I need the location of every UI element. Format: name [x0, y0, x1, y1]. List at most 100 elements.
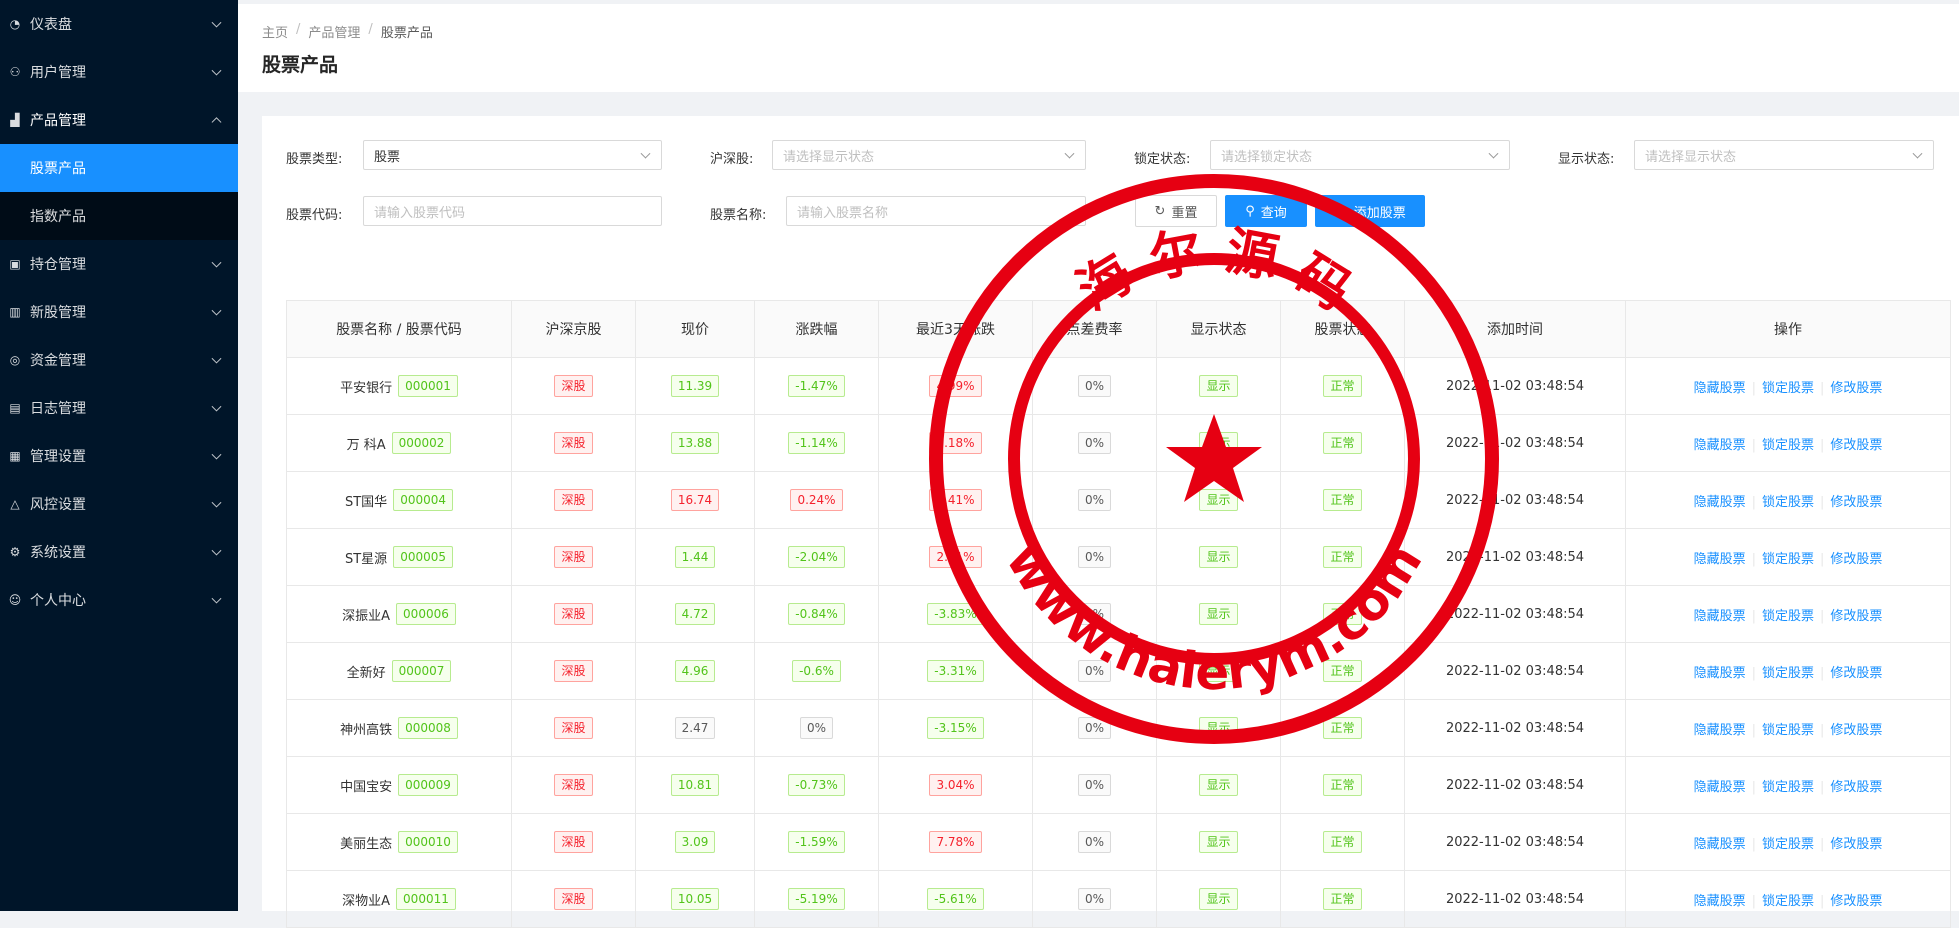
breadcrumb: 主页 / 产品管理 / 股票产品	[262, 22, 433, 41]
sidebar-item-funds[interactable]: ◎ 资金管理	[0, 336, 238, 384]
lock-status-select[interactable]: 请选择锁定状态	[1210, 140, 1510, 170]
exchange-placeholder: 请选择显示状态	[783, 149, 875, 165]
stock-name: 中国宝安	[340, 779, 393, 795]
table-body: 平安银行 000001 深股 11.39 -1.47% 4.99% 0% 显示 正常 2022-1…	[286, 357, 1951, 928]
stock-status-badge: 正常	[1323, 432, 1362, 454]
market-badge: 深股	[554, 774, 593, 796]
cell-change3: 4.99%	[878, 357, 1033, 415]
hide-stock-link[interactable]: 隐藏股票	[1694, 666, 1746, 681]
sidebar-item-ipo[interactable]: ▥ 新股管理	[0, 288, 238, 336]
edit-stock-link[interactable]: 修改股票	[1830, 609, 1882, 624]
sidebar-item-label: 管理设置	[30, 449, 86, 465]
stock-name: 神州高铁	[340, 722, 393, 738]
lock-stock-link[interactable]: 锁定股票	[1762, 609, 1814, 624]
cell-price: 2.47	[635, 699, 755, 757]
edit-stock-link[interactable]: 修改股票	[1830, 666, 1882, 681]
cell-name-code: ST国华 000004	[286, 471, 512, 529]
cell-time: 2022-11-02 03:48:54	[1404, 528, 1626, 586]
sidebar-item-admin-settings[interactable]: ▦ 管理设置	[0, 432, 238, 480]
sidebar-item-label: 用户管理	[30, 65, 86, 81]
hide-stock-link[interactable]: 隐藏股票	[1694, 495, 1746, 510]
stock-name: 深物业A	[342, 893, 391, 909]
lock-stock-link[interactable]: 锁定股票	[1762, 780, 1814, 795]
sidebar-item-positions[interactable]: ▣ 持仓管理	[0, 240, 238, 288]
market-badge: 深股	[554, 375, 593, 397]
change3-badge: 7.78%	[929, 831, 982, 853]
action-separator: |	[1751, 551, 1756, 567]
lock-stock-link[interactable]: 锁定股票	[1762, 438, 1814, 453]
chevron-down-icon	[211, 401, 222, 412]
reset-button[interactable]: ↻ 重置	[1135, 195, 1217, 227]
edit-stock-link[interactable]: 修改股票	[1830, 780, 1882, 795]
hide-stock-link[interactable]: 隐藏股票	[1694, 609, 1746, 624]
cell-display: 显示	[1156, 756, 1281, 814]
stock-table: 股票名称 / 股票代码 沪深京股 现价 涨跌幅 最近3天涨跌 点差费率 显示状态…	[286, 300, 1951, 928]
display-status-select[interactable]: 请选择显示状态	[1634, 140, 1934, 170]
lock-stock-link[interactable]: 锁定股票	[1762, 894, 1814, 909]
lock-stock-link[interactable]: 锁定股票	[1762, 495, 1814, 510]
breadcrumb-home[interactable]: 主页	[262, 22, 288, 41]
fee-badge: 0%	[1077, 717, 1112, 739]
hide-stock-link[interactable]: 隐藏股票	[1694, 723, 1746, 738]
sidebar-item-index-products[interactable]: 指数产品	[0, 192, 238, 240]
hide-stock-link[interactable]: 隐藏股票	[1694, 438, 1746, 453]
stock-code-input[interactable]: 请输入股票代码	[363, 196, 662, 226]
sidebar-item-risk-settings[interactable]: △ 风控设置	[0, 480, 238, 528]
name-code-wrap: 万 科A 000002	[347, 432, 452, 454]
name-code-wrap: 平安银行 000001	[340, 375, 458, 397]
stock-name: 万 科A	[346, 437, 386, 453]
sidebar-item-system-settings[interactable]: ⚙ 系统设置	[0, 528, 238, 576]
market-badge: 深股	[554, 489, 593, 511]
cell-time: 2022-11-02 03:48:54	[1404, 471, 1626, 529]
display-status-badge: 显示	[1199, 603, 1238, 625]
cell-display: 显示	[1156, 699, 1281, 757]
stock-name-input[interactable]: 请输入股票名称	[786, 196, 1086, 226]
stock-type-label: 股票类型:	[286, 152, 343, 167]
hide-stock-link[interactable]: 隐藏股票	[1694, 552, 1746, 567]
edit-stock-link[interactable]: 修改股票	[1830, 438, 1882, 453]
stock-type-select[interactable]: 股票	[363, 140, 662, 170]
price-badge: 4.72	[674, 603, 716, 625]
sidebar-item-logs[interactable]: ▤ 日志管理	[0, 384, 238, 432]
sidebar-item-products[interactable]: ▟ 产品管理	[0, 96, 238, 144]
edit-stock-link[interactable]: 修改股票	[1830, 837, 1882, 852]
cell-name-code: 美丽生态 000010	[286, 813, 512, 871]
breadcrumb-products[interactable]: 产品管理	[308, 22, 360, 41]
lock-stock-link[interactable]: 锁定股票	[1762, 666, 1814, 681]
cell-actions: 隐藏股票 | 锁定股票 | 修改股票	[1625, 642, 1951, 700]
display-status-badge: 显示	[1199, 489, 1238, 511]
edit-stock-link[interactable]: 修改股票	[1830, 495, 1882, 510]
change3-badge: 2.18%	[929, 432, 982, 454]
sidebar-item-dashboard[interactable]: ◔ 仪表盘	[0, 0, 238, 48]
lock-stock-link[interactable]: 锁定股票	[1762, 381, 1814, 396]
lock-stock-link[interactable]: 锁定股票	[1762, 837, 1814, 852]
market-badge: 深股	[554, 831, 593, 853]
change3-badge: 0.41%	[929, 489, 982, 511]
money-icon: ◎	[9, 353, 21, 367]
edit-stock-link[interactable]: 修改股票	[1830, 723, 1882, 738]
market-badge: 深股	[554, 717, 593, 739]
exchange-select[interactable]: 请选择显示状态	[772, 140, 1086, 170]
display-status-label: 显示状态:	[1558, 152, 1615, 167]
lock-stock-link[interactable]: 锁定股票	[1762, 552, 1814, 567]
price-badge: 10.05	[670, 888, 720, 910]
edit-stock-link[interactable]: 修改股票	[1830, 894, 1882, 909]
hide-stock-link[interactable]: 隐藏股票	[1694, 894, 1746, 909]
hide-stock-link[interactable]: 隐藏股票	[1694, 780, 1746, 795]
name-code-wrap: 美丽生态 000010	[340, 831, 458, 853]
add-stock-button[interactable]: + 添加股票	[1315, 195, 1425, 227]
price-badge: 10.81	[670, 774, 720, 796]
price-badge: 16.74	[670, 489, 720, 511]
price-badge: 4.96	[674, 660, 716, 682]
sidebar-item-profile[interactable]: ☺ 个人中心	[0, 576, 238, 624]
lock-status-placeholder: 请选择锁定状态	[1221, 149, 1313, 165]
sidebar-item-stock-products[interactable]: 股票产品	[0, 144, 238, 192]
lock-stock-link[interactable]: 锁定股票	[1762, 723, 1814, 738]
edit-stock-link[interactable]: 修改股票	[1830, 381, 1882, 396]
edit-stock-link[interactable]: 修改股票	[1830, 552, 1882, 567]
sidebar-item-users[interactable]: ⚇ 用户管理	[0, 48, 238, 96]
hide-stock-link[interactable]: 隐藏股票	[1694, 381, 1746, 396]
cell-display: 显示	[1156, 870, 1281, 928]
search-button[interactable]: ⚲ 查询	[1225, 195, 1307, 227]
hide-stock-link[interactable]: 隐藏股票	[1694, 837, 1746, 852]
